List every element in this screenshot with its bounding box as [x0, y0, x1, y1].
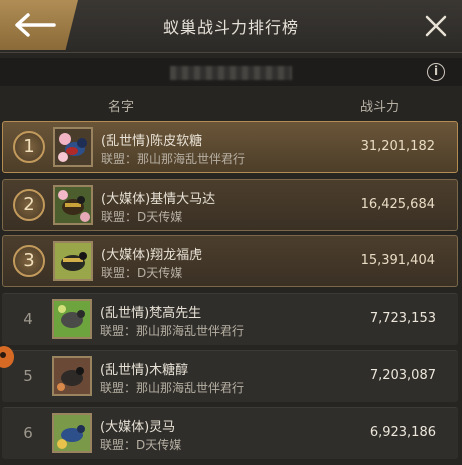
column-header-name: 名字 — [108, 100, 135, 115]
rank-number: 6 — [23, 424, 33, 442]
blurred-text — [170, 66, 292, 80]
rank-badge: 1 — [13, 131, 45, 163]
ranking-row[interactable]: 5 (乱世情)木糖醇 联盟：那山那海乱世伴君行 7,203,087 — [2, 350, 458, 402]
ranking-row[interactable]: 1 (乱世情)陈皮软糖 联盟：那山那海乱世伴君行 31,201,182 — [2, 121, 458, 173]
ranking-row[interactable]: 2 (大媒体)基情大马达 联盟：D天传媒 16,425,684 — [2, 179, 458, 231]
rank-badge: 2 — [13, 189, 45, 221]
avatar — [52, 356, 92, 396]
alliance-name: 联盟：那山那海乱世伴君行 — [100, 324, 245, 338]
player-name: (乱世情)梵高先生 — [100, 306, 202, 321]
rank-number: 5 — [23, 367, 33, 385]
avatar — [53, 127, 93, 167]
avatar — [53, 241, 93, 281]
player-name: (乱世情)陈皮软糖 — [101, 134, 203, 149]
ranking-row[interactable]: 4 (乱世情)梵高先生 联盟：那山那海乱世伴君行 7,723,153 — [2, 293, 458, 345]
player-name: (乱世情)木糖醇 — [100, 363, 189, 378]
column-header-power: 战斗力 — [360, 100, 400, 115]
page-title: 蚁巢战斗力排行榜 — [162, 18, 299, 37]
alliance-name: 联盟：那山那海乱世伴君行 — [101, 152, 246, 166]
player-name: (大媒体)翔龙福虎 — [101, 248, 203, 263]
info-icon[interactable]: i — [427, 63, 445, 81]
avatar — [52, 299, 92, 339]
alliance-name: 联盟：D天传媒 — [101, 266, 183, 280]
alliance-name: 联盟：D天传媒 — [100, 438, 182, 452]
avatar — [52, 413, 92, 453]
alliance-name: 联盟：那山那海乱世伴君行 — [100, 381, 245, 395]
ranking-row[interactable]: 3 (大媒体)翔龙福虎 联盟：D天传媒 15,391,404 — [2, 235, 458, 287]
avatar — [53, 185, 93, 225]
alliance-name: 联盟：D天传媒 — [101, 210, 183, 224]
power-value: 16,425,684 — [360, 197, 435, 212]
player-name: (大媒体)基情大马达 — [101, 192, 216, 207]
ranking-row[interactable]: 6 (大媒体)灵马 联盟：D天传媒 6,923,186 — [2, 407, 458, 459]
power-value: 6,923,186 — [369, 425, 436, 440]
rank-number: 4 — [23, 310, 33, 328]
power-value: 7,723,153 — [369, 311, 436, 326]
power-value: 7,203,087 — [369, 368, 436, 383]
power-value: 31,201,182 — [360, 139, 435, 154]
power-value: 15,391,404 — [360, 253, 435, 268]
rank-badge: 3 — [13, 245, 45, 277]
close-icon — [425, 15, 447, 37]
header-bar: 蚁巢战斗力排行榜 — [0, 0, 462, 53]
player-name: (大媒体)灵马 — [100, 420, 176, 435]
close-button[interactable] — [424, 14, 448, 38]
